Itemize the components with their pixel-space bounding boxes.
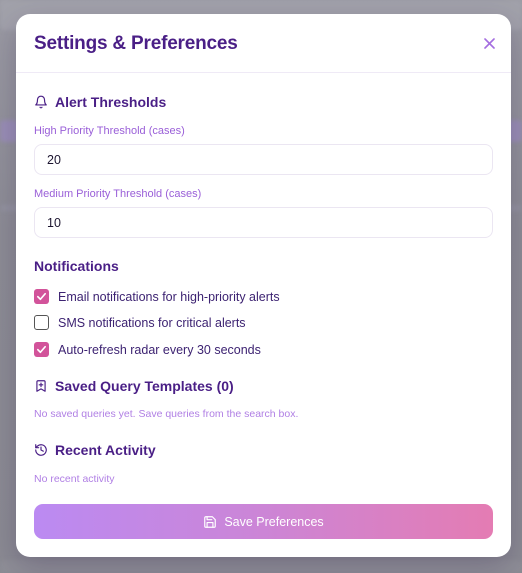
bell-icon (34, 95, 48, 109)
save-button-label: Save Preferences (224, 514, 324, 529)
medium-threshold-input[interactable] (34, 207, 493, 238)
email-notification-option[interactable]: Email notifications for high-priority al… (34, 289, 280, 304)
alert-thresholds-heading: Alert Thresholds (34, 94, 166, 110)
high-threshold-label: High Priority Threshold (cases) (34, 125, 185, 137)
check-icon (37, 345, 46, 354)
section-title: Alert Thresholds (55, 94, 167, 110)
high-threshold-input[interactable] (34, 144, 493, 175)
auto-refresh-checkbox[interactable] (34, 342, 49, 357)
modal-header: Settings & Preferences (16, 14, 511, 73)
check-icon (37, 292, 46, 301)
close-icon (483, 37, 495, 49)
bookmark-icon (34, 379, 48, 393)
settings-modal: Settings & Preferences Alert Thresholds … (16, 14, 511, 557)
close-button[interactable] (481, 35, 497, 51)
notifications-heading: Notifications (34, 258, 119, 274)
save-icon (203, 515, 217, 529)
email-notification-checkbox[interactable] (34, 289, 49, 304)
modal-title: Settings & Preferences (34, 33, 238, 54)
auto-refresh-option[interactable]: Auto-refresh radar every 30 seconds (34, 342, 261, 357)
section-title: Saved Query Templates (0) (55, 378, 234, 394)
saved-queries-empty-text: No saved queries yet. Save queries from … (34, 408, 299, 420)
auto-refresh-label: Auto-refresh radar every 30 seconds (58, 342, 261, 357)
recent-activity-heading: Recent Activity (34, 442, 156, 458)
sms-notification-option[interactable]: SMS notifications for critical alerts (34, 315, 246, 330)
saved-queries-heading: Saved Query Templates (0) (34, 378, 234, 394)
history-icon (34, 443, 48, 457)
sms-notification-checkbox[interactable] (34, 315, 49, 330)
section-title: Recent Activity (55, 442, 156, 458)
sms-notification-label: SMS notifications for critical alerts (58, 315, 246, 330)
recent-activity-empty-text: No recent activity (34, 473, 115, 485)
backdrop-footer (0, 560, 522, 573)
medium-threshold-label: Medium Priority Threshold (cases) (34, 188, 202, 200)
section-title: Notifications (34, 258, 119, 274)
email-notification-label: Email notifications for high-priority al… (58, 289, 280, 304)
save-preferences-button[interactable]: Save Preferences (34, 504, 493, 539)
